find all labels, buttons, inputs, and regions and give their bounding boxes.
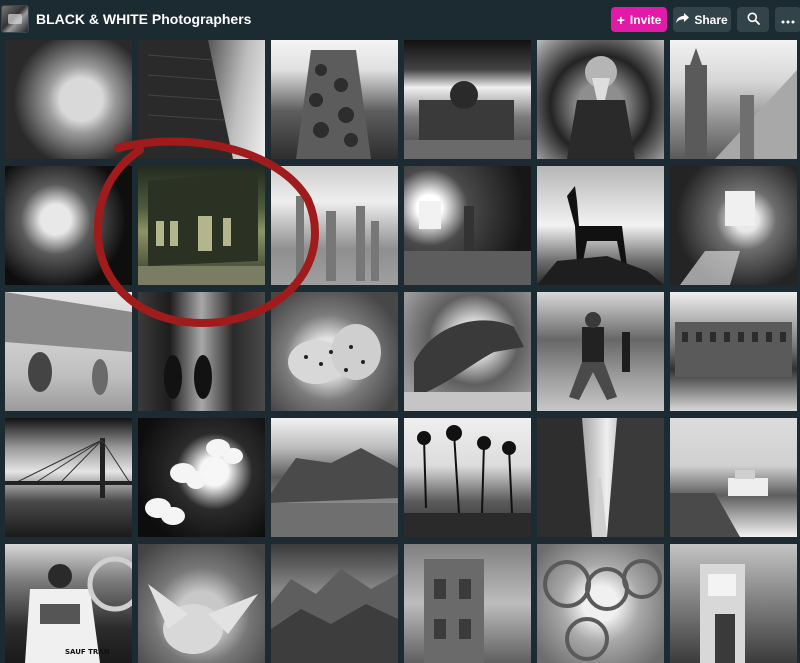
photo-alley-arches[interactable] xyxy=(138,292,265,411)
group-title[interactable]: BLACK & WHITE Photographers xyxy=(36,11,251,27)
photo-running-man[interactable] xyxy=(537,292,664,411)
photo-brick-building[interactable] xyxy=(138,40,265,159)
photo-dogwood-flowers[interactable] xyxy=(138,418,265,537)
photo-woman-portrait[interactable] xyxy=(5,40,132,159)
photo-cable-bridge[interactable] xyxy=(5,418,132,537)
share-label: Share xyxy=(694,12,728,27)
group-avatar[interactable] xyxy=(1,5,29,33)
photo-palm-trees[interactable] xyxy=(404,418,531,537)
photo-stone-gate[interactable] xyxy=(670,544,797,663)
invite-label: Invite xyxy=(629,12,662,27)
invite-button[interactable]: + Invite xyxy=(611,7,667,32)
share-button[interactable]: Share xyxy=(673,7,731,32)
photo-cave-window[interactable] xyxy=(404,166,531,285)
photo-mountain-range[interactable] xyxy=(271,544,398,663)
group-header: BLACK & WHITE Photographers + Invite Sha… xyxy=(0,0,800,38)
share-arrow-icon xyxy=(676,12,690,27)
photo-street-walkers[interactable] xyxy=(5,292,132,411)
photo-waterfront-palace[interactable] xyxy=(670,292,797,411)
photo-church-towers[interactable] xyxy=(670,40,797,159)
photo-stone-room-light[interactable] xyxy=(670,166,797,285)
photo-narrow-street[interactable] xyxy=(537,418,664,537)
photo-llama-on-rock[interactable] xyxy=(537,166,664,285)
photo-vertical-forest-tower[interactable] xyxy=(271,40,398,159)
photo-glass-spirals[interactable] xyxy=(537,544,664,663)
more-button[interactable] xyxy=(775,7,800,32)
photo-construction-cranes[interactable] xyxy=(271,166,398,285)
more-icon xyxy=(781,13,795,27)
photo-feathers[interactable] xyxy=(5,166,132,285)
photo-pier-boat[interactable] xyxy=(670,418,797,537)
photo-cheetah-cubs[interactable] xyxy=(271,292,398,411)
shirt-text: SAUF TRAN xyxy=(65,648,110,656)
photo-tower-facade[interactable] xyxy=(404,544,531,663)
photo-bearded-man[interactable] xyxy=(537,40,664,159)
plus-icon: + xyxy=(616,11,625,28)
photo-corner-building-night[interactable] xyxy=(138,166,265,285)
search-button[interactable] xyxy=(737,7,769,32)
photo-building-with-clouds[interactable] xyxy=(404,40,531,159)
search-icon xyxy=(747,12,760,28)
photo-lizard[interactable] xyxy=(404,292,531,411)
photo-grid: SAUF TRAN xyxy=(5,40,800,663)
photo-shirt-back[interactable]: SAUF TRAN xyxy=(5,544,132,663)
photo-rocky-mountains[interactable] xyxy=(271,418,398,537)
photo-pelican[interactable] xyxy=(138,544,265,663)
